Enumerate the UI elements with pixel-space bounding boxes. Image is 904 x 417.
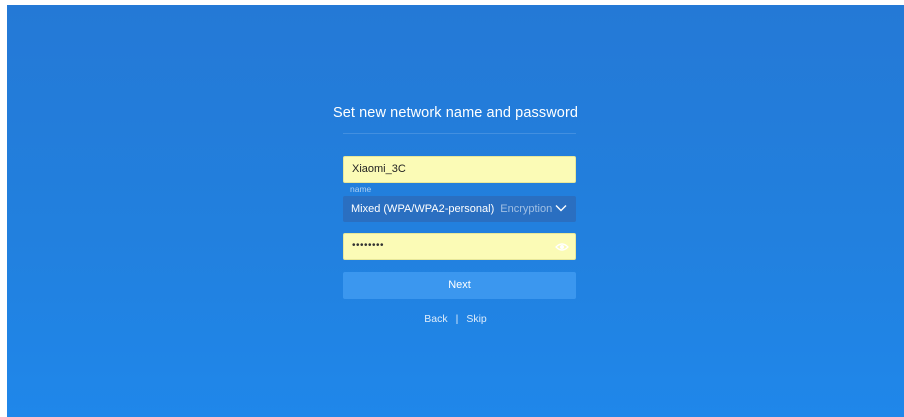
link-separator: | [455,313,459,325]
next-button[interactable]: Next [343,272,576,299]
back-link[interactable]: Back [424,313,447,325]
footer-links: Back | Skip [7,313,904,325]
chevron-down-icon [555,205,567,212]
network-name-input[interactable]: Xiaomi_3C [343,156,576,183]
setup-screen: Set new network name and password Xiaomi… [7,5,904,417]
network-name-caption: name [350,184,372,194]
skip-link[interactable]: Skip [466,313,486,325]
encryption-label: Encryption [500,203,553,215]
title-divider [343,133,576,134]
password-input[interactable]: •••••••• [343,233,576,260]
eye-icon[interactable] [555,240,569,254]
encryption-selected-value: Mixed (WPA/WPA2-personal) [351,203,495,215]
encryption-select[interactable]: Mixed (WPA/WPA2-personal) Encryption [343,196,576,222]
page-title: Set new network name and password [332,105,579,121]
password-masked-value: •••••••• [352,240,385,251]
